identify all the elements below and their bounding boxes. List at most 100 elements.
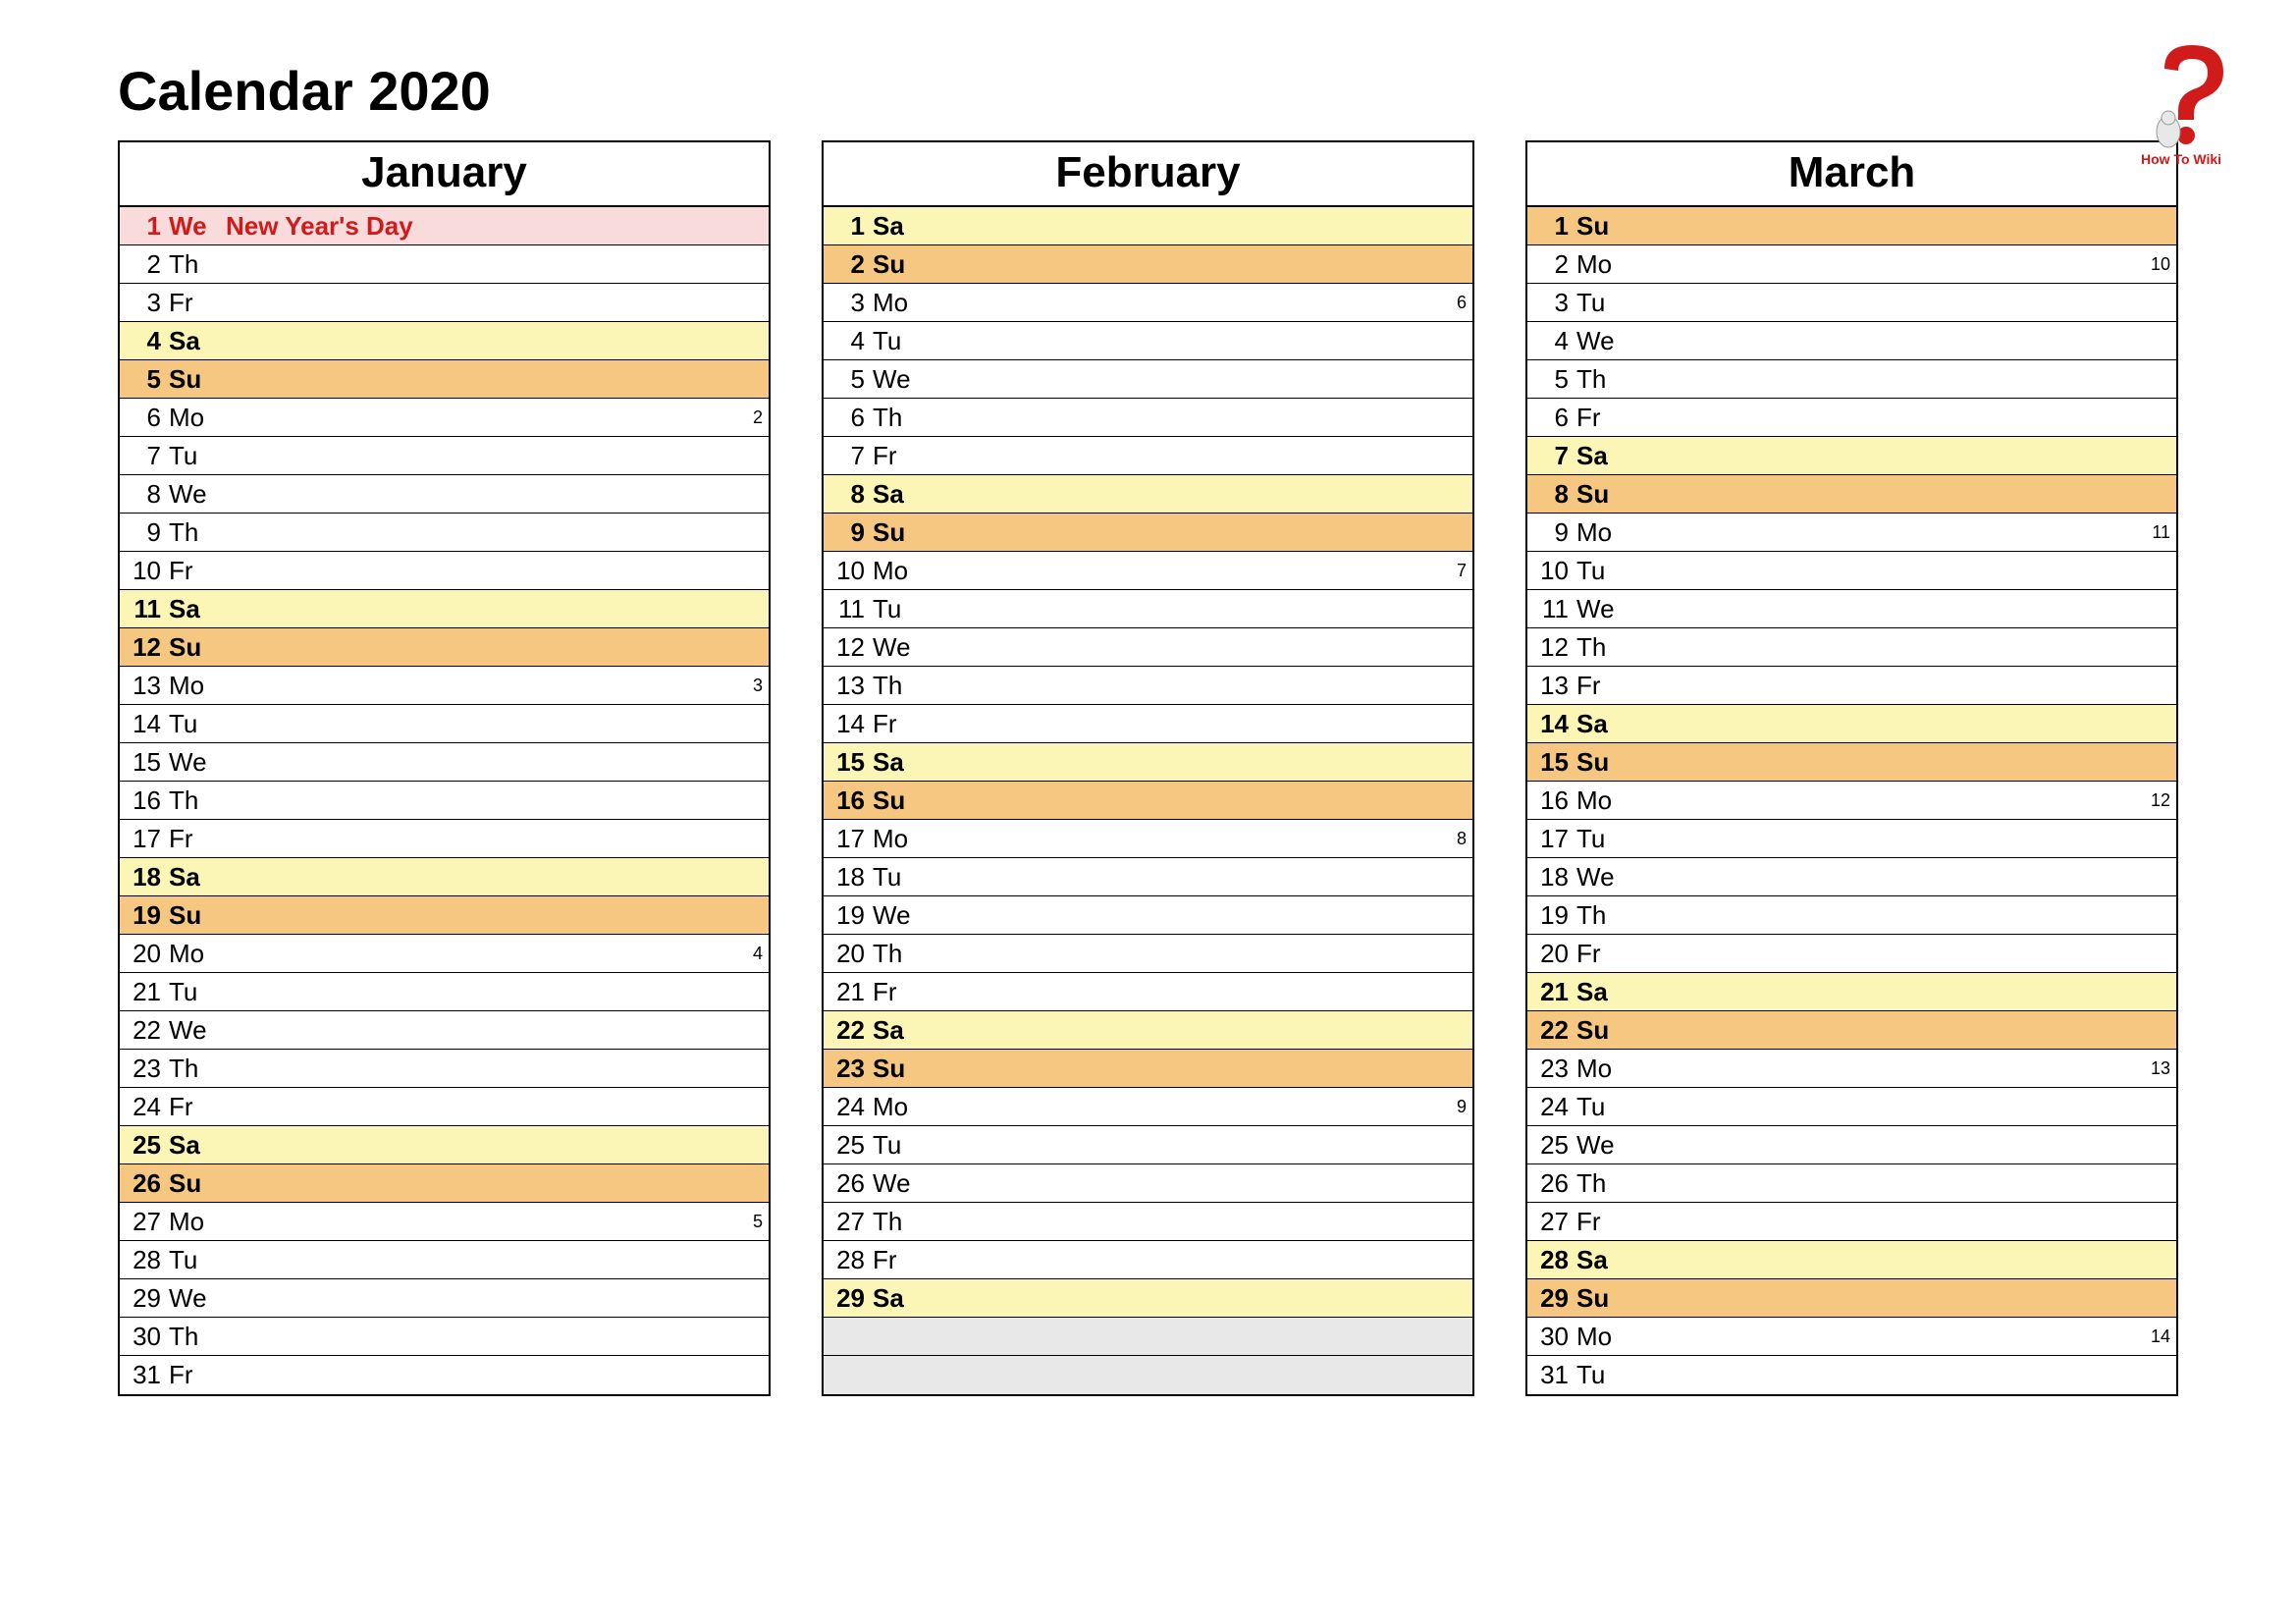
day-row: 17Tu: [1527, 820, 2176, 858]
day-number: 22: [130, 1015, 169, 1046]
day-row: 29Sa: [824, 1279, 1472, 1318]
day-number: 13: [1537, 671, 1576, 701]
day-row: 24Mo9: [824, 1088, 1472, 1126]
week-number: 6: [1437, 293, 1467, 313]
day-number: 22: [833, 1015, 873, 1046]
day-row: 22Su: [1527, 1011, 2176, 1050]
day-number: 13: [833, 671, 873, 701]
day-number: 7: [1537, 441, 1576, 471]
day-row: 16Th: [120, 782, 769, 820]
week-number: 5: [733, 1212, 763, 1232]
day-row: 1Su: [1527, 207, 2176, 245]
week-number: 10: [2141, 254, 2170, 275]
day-number: 16: [1537, 785, 1576, 816]
day-number: 18: [1537, 862, 1576, 893]
day-number: 7: [833, 441, 873, 471]
day-row: 14Sa: [1527, 705, 2176, 743]
day-row: 18We: [1527, 858, 2176, 896]
week-number: 11: [2141, 522, 2170, 543]
day-of-week: Tu: [873, 862, 926, 893]
day-number: 31: [130, 1360, 169, 1390]
day-of-week: Sa: [873, 479, 926, 510]
day-of-week: Th: [873, 1207, 926, 1237]
day-of-week: Tu: [169, 441, 222, 471]
day-row: 5Su: [120, 360, 769, 399]
day-row: 10Fr: [120, 552, 769, 590]
day-row: 27Fr: [1527, 1203, 2176, 1241]
day-row: 22Sa: [824, 1011, 1472, 1050]
day-number: 1: [130, 211, 169, 242]
day-row: 17Fr: [120, 820, 769, 858]
day-of-week: Fr: [169, 556, 222, 586]
day-row: 14Tu: [120, 705, 769, 743]
day-row: 11Sa: [120, 590, 769, 628]
day-number: 15: [130, 747, 169, 778]
day-of-week: Mo: [1576, 517, 1629, 548]
day-row: 5Th: [1527, 360, 2176, 399]
day-row: 19We: [824, 896, 1472, 935]
week-number: 2: [733, 407, 763, 428]
day-number: 23: [1537, 1054, 1576, 1084]
day-number: 30: [130, 1322, 169, 1352]
day-row: 28Fr: [824, 1241, 1472, 1279]
day-row: 16Mo12: [1527, 782, 2176, 820]
day-number: 3: [1537, 288, 1576, 318]
day-number: 29: [1537, 1283, 1576, 1314]
day-number: 24: [833, 1092, 873, 1122]
day-number: 4: [130, 326, 169, 356]
day-row: 20Th: [824, 935, 1472, 973]
day-of-week: We: [169, 1283, 222, 1314]
day-number: 11: [833, 594, 873, 624]
day-row: 12Th: [1527, 628, 2176, 667]
day-of-week: Mo: [873, 1092, 926, 1122]
day-row: 9Mo11: [1527, 514, 2176, 552]
day-of-week: We: [873, 900, 926, 931]
month-column: March1Su2Mo103Tu4We5Th6Fr7Sa8Su9Mo1110Tu…: [1525, 140, 2178, 1396]
month-header: January: [120, 142, 769, 207]
day-number: 4: [1537, 326, 1576, 356]
day-number: 1: [1537, 211, 1576, 242]
day-number: 28: [1537, 1245, 1576, 1275]
day-of-week: Fr: [169, 824, 222, 854]
week-number: 7: [1437, 561, 1467, 581]
day-row: 21Tu: [120, 973, 769, 1011]
day-number: 24: [1537, 1092, 1576, 1122]
day-number: 8: [130, 479, 169, 510]
day-number: 20: [833, 939, 873, 969]
day-row: 20Fr: [1527, 935, 2176, 973]
day-row: 12Su: [120, 628, 769, 667]
day-of-week: Su: [169, 632, 222, 663]
day-row: 3Mo6: [824, 284, 1472, 322]
day-row: 25Sa: [120, 1126, 769, 1164]
day-of-week: Mo: [1576, 1322, 1629, 1352]
day-of-week: Sa: [873, 211, 926, 242]
day-of-week: Tu: [169, 977, 222, 1007]
day-number: 29: [833, 1283, 873, 1314]
day-row: 4We: [1527, 322, 2176, 360]
day-of-week: Sa: [873, 1283, 926, 1314]
day-row: 23Th: [120, 1050, 769, 1088]
day-of-week: Tu: [169, 709, 222, 739]
day-of-week: We: [1576, 1130, 1629, 1161]
day-number: 14: [1537, 709, 1576, 739]
day-of-week: Mo: [1576, 785, 1629, 816]
day-row: 26Su: [120, 1164, 769, 1203]
day-number: 12: [1537, 632, 1576, 663]
day-number: 27: [130, 1207, 169, 1237]
day-of-week: Th: [169, 785, 222, 816]
calendar-grid: January1WeNew Year's Day2Th3Fr4Sa5Su6Mo2…: [118, 140, 2198, 1396]
day-number: 18: [833, 862, 873, 893]
day-of-week: Sa: [873, 747, 926, 778]
day-of-week: We: [1576, 862, 1629, 893]
day-row: 29Su: [1527, 1279, 2176, 1318]
day-of-week: Mo: [169, 939, 222, 969]
day-number: 11: [130, 594, 169, 624]
day-row: 15We: [120, 743, 769, 782]
day-row: 19Su: [120, 896, 769, 935]
day-of-week: Tu: [873, 1130, 926, 1161]
day-of-week: Th: [169, 1322, 222, 1352]
month-column: February1Sa2Su3Mo64Tu5We6Th7Fr8Sa9Su10Mo…: [822, 140, 1474, 1396]
day-of-week: We: [1576, 326, 1629, 356]
day-number: 25: [833, 1130, 873, 1161]
day-number: 2: [130, 249, 169, 280]
